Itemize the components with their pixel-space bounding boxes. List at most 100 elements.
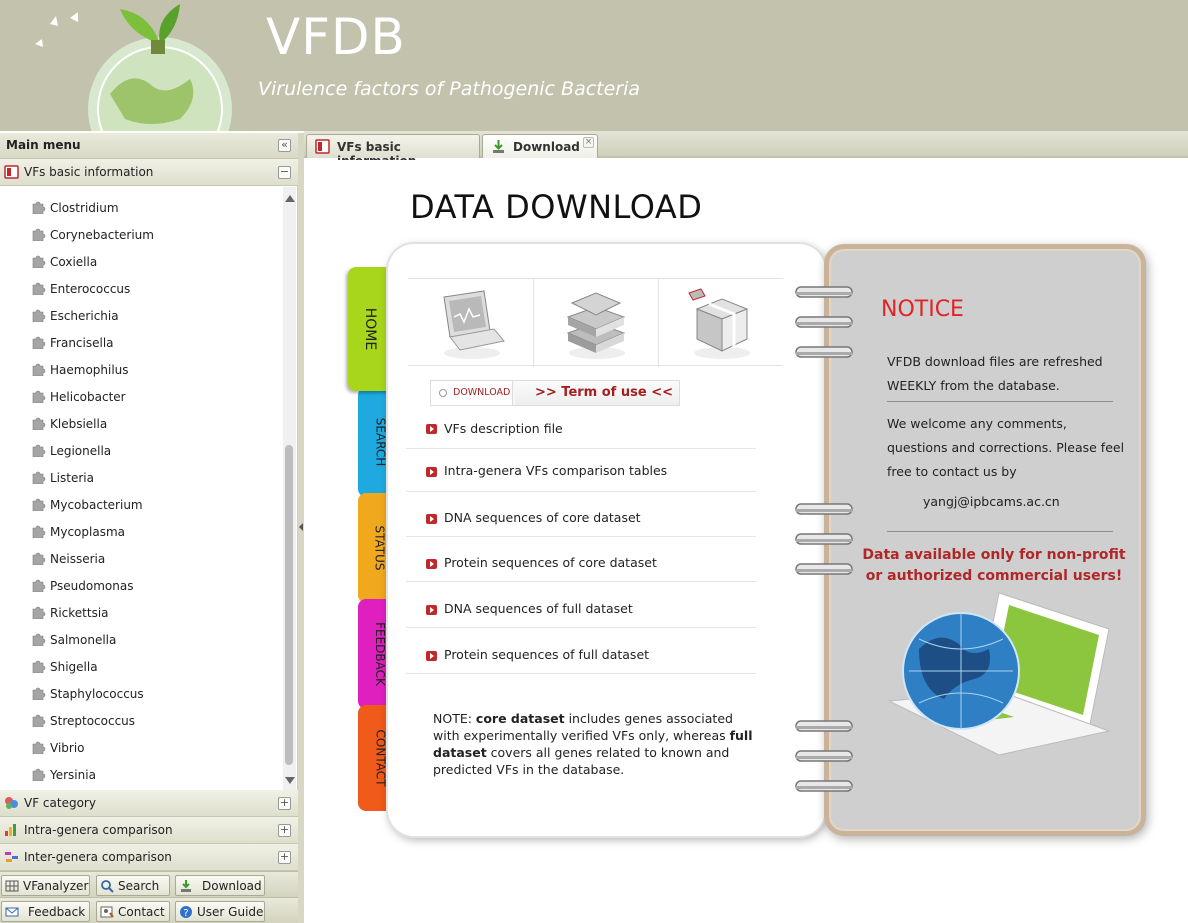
mail-icon — [5, 907, 19, 917]
accordion-label: Inter-genera comparison — [24, 850, 172, 864]
sidebar-item-label: Legionella — [50, 444, 112, 458]
radio-dot-icon — [439, 389, 447, 397]
bullet-arrow-icon — [426, 559, 437, 569]
puzzle-piece-icon — [32, 336, 46, 349]
sidebar-item-label: Corynebacterium — [50, 228, 154, 242]
accordion-inter-genera[interactable]: Inter-genera comparison + — [0, 844, 298, 871]
download-tab[interactable]: DOWNLOAD — [431, 381, 513, 405]
puzzle-piece-icon — [32, 201, 46, 214]
site-subtitle: Virulence factors of Pathogenic Bacteria — [258, 78, 641, 100]
user-guide-button[interactable]: ? User Guide — [175, 901, 265, 922]
sidebar-item-label: Yersinia — [50, 768, 96, 782]
sidebar-item-label: Vibrio — [50, 741, 85, 755]
sidebar-item-label: Mycoplasma — [50, 525, 125, 539]
puzzle-piece-icon — [32, 444, 46, 457]
collapse-section-button[interactable]: − — [278, 166, 291, 179]
collapse-sidebar-button[interactable]: « — [278, 139, 291, 152]
spiral-ring-icon — [795, 563, 853, 575]
sidebar-item-label: Klebsiella — [50, 417, 108, 431]
contact-button[interactable]: Contact — [96, 901, 170, 922]
accordion-intra-genera[interactable]: Intra-genera comparison + — [0, 817, 298, 844]
accordion-vf-category[interactable]: VF category + — [0, 790, 298, 817]
download-tabs: DOWNLOAD >> Term of use << — [430, 380, 680, 406]
puzzle-piece-icon — [32, 552, 46, 565]
puzzle-piece-icon — [32, 390, 46, 403]
puzzle-piece-icon — [32, 606, 46, 619]
package-icon — [688, 288, 750, 359]
books-icon — [566, 292, 626, 359]
link-dna-full[interactable]: DNA sequences of full dataset — [406, 582, 756, 628]
puzzle-piece-icon — [32, 633, 46, 646]
usage-warning: Data available only for non-profit or au… — [862, 547, 1126, 584]
link-protein-core[interactable]: Protein sequences of core dataset — [406, 537, 756, 582]
sidebar: Main menu « VFs basic information − Clos… — [0, 133, 298, 923]
puzzle-piece-icon — [32, 579, 46, 592]
contact-email[interactable]: yangj@ipbcams.ac.cn — [923, 494, 1060, 509]
search-icon — [101, 880, 114, 893]
sidebar-toolbar-row-1: VFanalyzer Search Download — [0, 871, 298, 897]
genus-list-scrollbar[interactable] — [283, 187, 296, 790]
sidebar-item-label: Rickettsia — [50, 606, 109, 620]
scroll-up-icon[interactable] — [285, 195, 295, 202]
strip-cell-books[interactable] — [533, 279, 658, 367]
expand-section-button[interactable]: + — [278, 851, 291, 864]
puzzle-piece-icon — [32, 363, 46, 376]
splitter-arrow-icon[interactable] — [299, 523, 303, 531]
puzzle-piece-icon — [32, 687, 46, 700]
expand-section-button[interactable]: + — [278, 797, 291, 810]
strip-cell-computer[interactable] — [408, 279, 533, 367]
grid-icon — [5, 880, 19, 892]
puzzle-piece-icon — [32, 309, 46, 322]
spiral-ring-icon — [795, 316, 853, 328]
sidebar-item-label: Francisella — [50, 336, 114, 350]
sidebar-item-label: Listeria — [50, 471, 94, 485]
sidebar-item-label: Pseudomonas — [50, 579, 134, 593]
genus-list: Clostridium Corynebacterium Coxiella Entero… — [0, 187, 284, 790]
computer-icon — [443, 290, 505, 359]
puzzle-piece-icon — [32, 471, 46, 484]
bullet-arrow-icon — [426, 467, 437, 477]
contact-icon — [100, 906, 114, 918]
puzzle-piece-icon — [32, 255, 46, 268]
main-menu-title: Main menu — [6, 138, 81, 152]
main-content: DATA DOWNLOAD HOME SEARCH STATUS FEEDBAC… — [304, 160, 1188, 923]
bar-chart-icon — [5, 824, 16, 836]
terms-of-use-tab[interactable]: >> Term of use << — [515, 381, 679, 405]
tab-vfs-basic-info[interactable]: VFs basic information — [306, 134, 480, 168]
sidebar-item-label: Helicobacter — [50, 390, 126, 404]
sidebar-item-label: Clostridium — [50, 201, 119, 215]
notice-title: NOTICE — [881, 297, 964, 322]
puzzle-piece-icon — [32, 498, 46, 511]
sidebar-item-label: Staphylococcus — [50, 687, 144, 701]
compare-icon — [5, 852, 18, 862]
divider — [887, 401, 1113, 402]
link-intra-genera-tables[interactable]: Intra-genera VFs comparison tables — [406, 449, 756, 492]
download-button[interactable]: Download — [175, 875, 265, 896]
feedback-button[interactable]: Feedback — [1, 901, 90, 922]
link-protein-full[interactable]: Protein sequences of full dataset — [406, 628, 756, 674]
vfanalyzer-button[interactable]: VFanalyzer — [1, 875, 90, 896]
earth-plant-logo-icon — [35, 4, 232, 131]
search-button[interactable]: Search — [96, 875, 170, 896]
link-vfs-description[interactable]: VFs description file — [406, 406, 756, 449]
link-dna-core[interactable]: DNA sequences of core dataset — [406, 492, 756, 537]
sidebar-item-label: Neisseria — [50, 552, 106, 566]
notice-refresh-text: VFDB download files are refreshed WEEKLY… — [887, 354, 1103, 393]
accordion-vfs-basic-info[interactable]: VFs basic information − — [0, 159, 298, 186]
sidebar-item-label: Escherichia — [50, 309, 119, 323]
scroll-thumb[interactable] — [285, 445, 293, 765]
main-menu-header: Main menu « — [0, 133, 298, 159]
scroll-down-icon[interactable] — [285, 777, 295, 784]
strip-cell-package[interactable] — [658, 279, 783, 367]
spiral-ring-icon — [795, 780, 853, 792]
expand-section-button[interactable]: + — [278, 824, 291, 837]
book-icon — [4, 165, 19, 179]
book-right-page: NOTICE VFDB download files are refreshed… — [824, 244, 1146, 836]
tab-download[interactable]: Download × — [482, 134, 598, 158]
laptop-globe-illustration — [889, 592, 1111, 756]
notice-feedback-text: We welcome any comments, questions and c… — [887, 416, 1125, 479]
side-tab-home[interactable]: HOME — [348, 267, 392, 391]
close-tab-icon[interactable]: × — [583, 137, 594, 148]
book-left-page: DOWNLOAD >> Term of use << VFs descripti… — [388, 244, 825, 836]
sidebar-item-label: Shigella — [50, 660, 98, 674]
